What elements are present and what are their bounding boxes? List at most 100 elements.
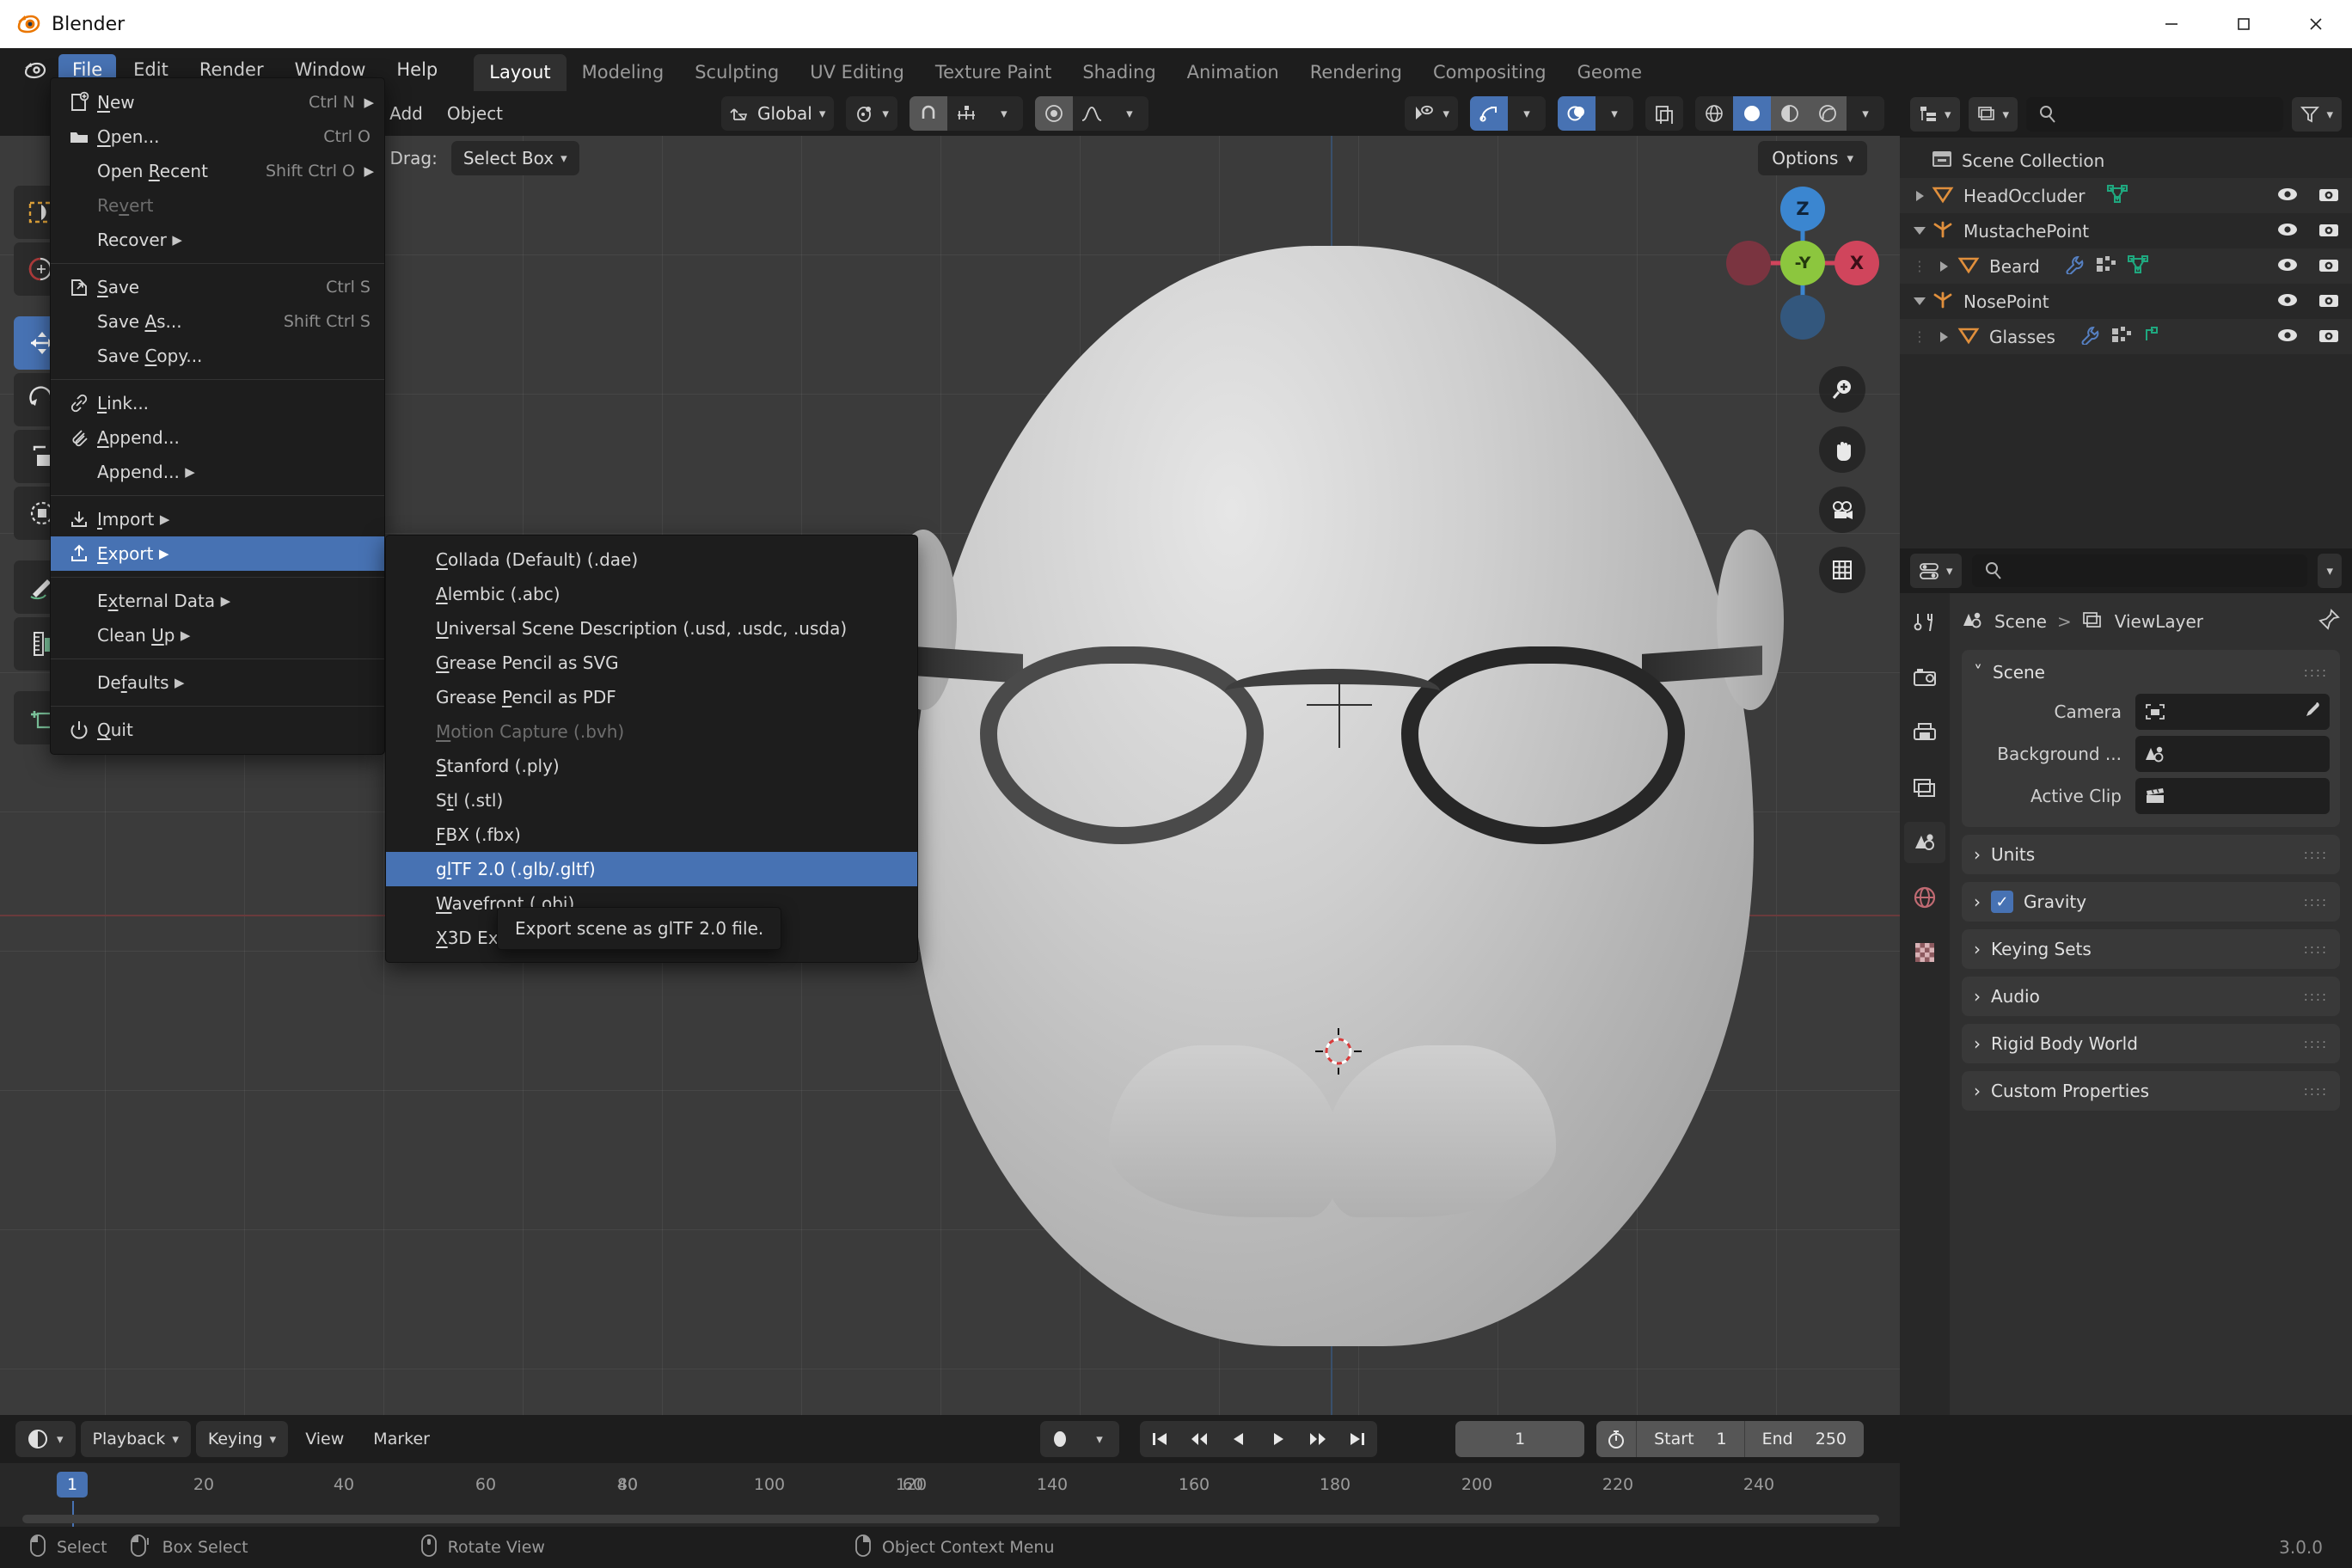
tab-scene[interactable]	[1904, 822, 1945, 863]
mesh-data-icon[interactable]	[2107, 184, 2128, 207]
panel-grip[interactable]: ::::	[2304, 896, 2328, 909]
timeline-playback-dropdown[interactable]: Playback ▾	[80, 1421, 191, 1457]
eyedropper-icon[interactable]	[2300, 700, 2321, 724]
file-menu-item-open[interactable]: Open... Ctrl O	[51, 119, 384, 154]
properties-search-input[interactable]	[1971, 554, 2308, 587]
snap-magnet-toggle[interactable]	[909, 96, 947, 131]
gizmo-axis-neg-z[interactable]	[1780, 295, 1825, 340]
vertex-group-icon[interactable]	[2095, 255, 2117, 278]
proportional-falloff-icon[interactable]	[1072, 96, 1111, 131]
workspace-tab-compositing[interactable]: Compositing	[1418, 54, 1562, 91]
gizmo-axis-x[interactable]: X	[1834, 241, 1879, 285]
outliner-row-headoccluder[interactable]: HeadOccluder	[1900, 178, 2352, 213]
workspace-tab-layout[interactable]: Layout	[474, 54, 567, 91]
properties-editor-type-dropdown[interactable]: ▾	[1910, 554, 1962, 588]
file-menu-item-save-as[interactable]: Save As... Shift Ctrl S	[51, 304, 384, 339]
timeline-view-menu[interactable]: View	[293, 1430, 356, 1449]
outliner-search-input[interactable]	[2026, 97, 2284, 132]
export-item-collada[interactable]: Collada (Default) (.dae)	[386, 542, 917, 577]
outliner-row-mustachepoint[interactable]: MustachePoint	[1900, 213, 2352, 248]
outliner-viewlayer-dropdown[interactable]: ▾	[1968, 97, 2018, 132]
gizmo-axis-z[interactable]: Z	[1780, 187, 1825, 231]
show-gizmo-toggle[interactable]	[1470, 96, 1508, 131]
drag-mode-dropdown[interactable]: Select Box ▾	[450, 141, 579, 175]
expander-right-icon[interactable]	[1931, 331, 1957, 342]
export-item-fbx[interactable]: FBX (.fbx)	[386, 818, 917, 852]
file-menu-item-data-previews[interactable]: Append... ▶	[51, 455, 384, 489]
file-menu-item-link[interactable]: Link...	[51, 386, 384, 420]
workspace-tab-shading[interactable]: Shading	[1067, 54, 1171, 91]
export-item-stanford[interactable]: Stanford (.ply)	[386, 749, 917, 783]
timeline-marker-menu[interactable]: Marker	[361, 1430, 442, 1449]
camera-icon[interactable]	[1819, 487, 1865, 533]
file-menu-item-import[interactable]: Import ▶	[51, 502, 384, 536]
field-active-clip[interactable]	[2135, 778, 2330, 814]
file-menu-item-clean-up[interactable]: Clean Up ▶	[51, 618, 384, 652]
panel-grip[interactable]: ::::	[2304, 848, 2328, 861]
menu-help[interactable]: Help	[383, 54, 451, 85]
workspace-tab-uv-editing[interactable]: UV Editing	[794, 54, 920, 91]
export-item-alembic[interactable]: Alembic (.abc)	[386, 577, 917, 611]
jump-to-next-keyframe-button[interactable]	[1298, 1421, 1338, 1457]
properties-options-dropdown[interactable]: ▾	[2318, 554, 2342, 588]
file-menu-item-new[interactable]: New Ctrl N ▶	[51, 85, 384, 119]
tab-tool[interactable]	[1904, 602, 1945, 643]
panel-grip[interactable]: ::::	[2304, 990, 2328, 1003]
camera-render-icon[interactable]	[2318, 256, 2340, 277]
show-overlays-toggle[interactable]	[1558, 96, 1596, 131]
viewport-menu-object[interactable]: Object	[435, 103, 515, 124]
outliner-row-glasses[interactable]: ⋮ Glasses	[1900, 319, 2352, 354]
pivot-point-dropdown[interactable]: ▾	[846, 96, 897, 131]
panel-audio[interactable]: › Audio ::::	[1962, 977, 2340, 1016]
expander-down-icon[interactable]	[1908, 227, 1931, 235]
xray-toggle[interactable]	[1645, 96, 1683, 131]
panel-gravity[interactable]: › ✓ Gravity ::::	[1962, 882, 2340, 922]
workspace-tab-texture-paint[interactable]: Texture Paint	[920, 54, 1068, 91]
end-frame-field[interactable]: End 250	[1743, 1421, 1864, 1457]
eye-icon[interactable]	[2276, 327, 2299, 347]
auto-keyframe-toggle[interactable]	[1040, 1421, 1080, 1457]
expander-right-icon[interactable]	[1931, 260, 1957, 272]
auto-keying-dropdown[interactable]: ▾	[1080, 1421, 1119, 1457]
workspace-tab-animation[interactable]: Animation	[1172, 54, 1295, 91]
field-background-scene[interactable]	[2135, 736, 2330, 772]
tab-output[interactable]	[1904, 712, 1945, 753]
gravity-checkbox[interactable]: ✓	[1991, 891, 2013, 913]
file-menu-item-quit[interactable]: Quit	[51, 713, 384, 747]
rendered-shading-button[interactable]	[1809, 96, 1847, 131]
field-camera[interactable]	[2135, 694, 2330, 730]
viewport-options-dropdown[interactable]: Options ▾	[1758, 141, 1867, 175]
snap-target-icon[interactable]	[946, 96, 985, 131]
file-menu-item-append[interactable]: Append...	[51, 420, 384, 455]
tab-view-layer[interactable]	[1904, 767, 1945, 808]
proportional-falloff-dropdown[interactable]: ▾	[1110, 96, 1148, 131]
timeline-editor-type-dropdown[interactable]: ▾	[15, 1421, 76, 1457]
file-menu-item-external-data[interactable]: External Data ▶	[51, 584, 384, 618]
jump-to-start-button[interactable]	[1140, 1421, 1179, 1457]
start-frame-field[interactable]: Start 1	[1636, 1421, 1744, 1457]
panel-header-scene[interactable]: ˅ Scene ::::	[1962, 657, 2340, 688]
mesh-data-icon[interactable]	[2127, 254, 2148, 278]
expander-right-icon[interactable]	[1908, 190, 1931, 201]
outliner-row-scene-collection[interactable]: Scene Collection	[1900, 143, 2352, 178]
vertex-group-icon[interactable]	[2110, 326, 2133, 348]
grid-icon[interactable]	[1819, 547, 1865, 593]
modifier-wrench-icon[interactable]	[2064, 255, 2085, 278]
zoom-icon[interactable]	[1819, 366, 1865, 413]
expander-down-icon[interactable]	[1908, 297, 1931, 305]
eye-icon[interactable]	[2276, 221, 2299, 242]
play-reverse-button[interactable]	[1219, 1421, 1259, 1457]
visibility-dropdown[interactable]: ▾	[1405, 96, 1458, 131]
eye-icon[interactable]	[2276, 256, 2299, 277]
navigation-gizmo[interactable]: Z X -Y	[1721, 181, 1884, 345]
timeline-keying-dropdown[interactable]: Keying ▾	[195, 1421, 289, 1457]
outliner-display-mode-dropdown[interactable]: ▾	[1910, 97, 1960, 132]
hook-icon[interactable]	[2143, 326, 2159, 347]
file-menu-item-save-copy[interactable]: Save Copy...	[51, 339, 384, 373]
panel-grip[interactable]: ::::	[2304, 943, 2328, 956]
panel-grip[interactable]: ::::	[2304, 666, 2328, 679]
timeline-ruler[interactable]: 1 20 40 60 40 60 80 100 120 140 160 180 …	[0, 1463, 1900, 1527]
panel-units[interactable]: › Units ::::	[1962, 835, 2340, 874]
tab-render[interactable]	[1904, 657, 1945, 698]
play-button[interactable]	[1259, 1421, 1298, 1457]
